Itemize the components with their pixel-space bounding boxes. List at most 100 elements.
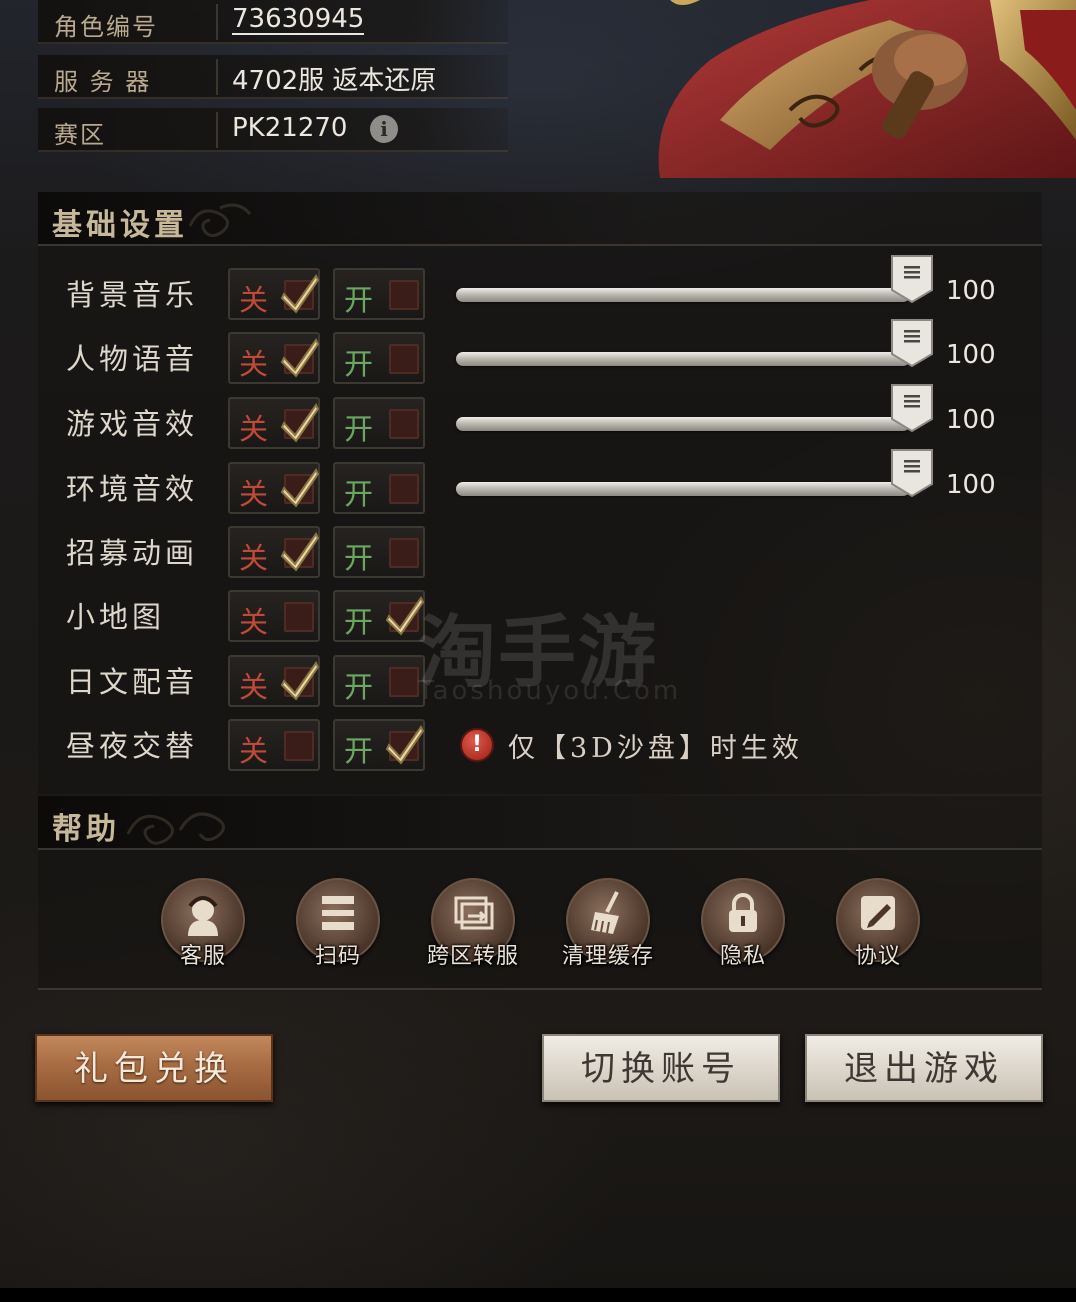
volume-value: 100 [946,470,996,500]
help-label: 清理缓存 [561,944,654,969]
help-button-scan[interactable]: 扫码 [263,878,413,970]
setting-label: 人物语音 [66,342,199,376]
toggle-off-button[interactable]: 关 [228,526,320,578]
server-row: 服 务 器 4702服 返本还原 [38,55,508,99]
checkbox [389,344,419,374]
gift-redeem-button[interactable]: 礼包兑换 [35,1034,273,1102]
zone-row: 赛区 PK21270 i [38,108,508,152]
setting-label: 环境音效 [66,472,199,506]
toggle-on-button[interactable]: 开 [333,655,425,707]
checkbox [389,409,419,439]
checkbox [389,667,419,697]
checkmark-icon [280,468,320,508]
off-label: 关 [239,347,269,381]
volume-slider-track[interactable] [456,482,910,496]
help-button-pen[interactable]: 协议 [803,878,953,970]
info-icon[interactable]: i [370,115,398,143]
checkbox [389,474,419,504]
off-label: 关 [239,412,269,446]
customer-service-icon [188,896,218,936]
off-label: 关 [239,605,269,639]
toggle-on-button[interactable]: 开 [333,397,425,449]
on-label: 开 [344,605,374,639]
checkmark-icon [280,338,320,378]
slider-handle-icon[interactable] [888,383,936,433]
exit-game-button[interactable]: 退出游戏 [805,1034,1043,1102]
on-label: 开 [344,734,374,768]
hero-artwork [640,0,1076,178]
volume-value: 100 [946,276,996,306]
on-label: 开 [344,541,374,575]
on-label: 开 [344,347,374,381]
server-label: 服 务 器 [54,68,152,96]
help-button-lock[interactable]: 隐私 [668,878,818,970]
divider [216,4,218,40]
on-label: 开 [344,670,374,704]
slider-handle-icon[interactable] [888,448,936,498]
toggle-on-button[interactable]: 开 [333,268,425,320]
help-label: 扫码 [314,944,361,969]
volume-slider-track[interactable] [456,417,910,431]
basic-settings-title: 基础设置 [52,208,188,243]
switch-account-button[interactable]: 切换账号 [542,1034,780,1102]
slider-handle-icon[interactable] [888,254,936,304]
help-button-broom[interactable]: 清理缓存 [533,878,683,970]
swirl-ornament-icon [126,812,225,845]
toggle-off-button[interactable]: 关 [228,590,320,642]
toggle-on-button[interactable]: 开 [333,462,425,514]
toggle-on-button[interactable]: 开 [333,526,425,578]
pen-icon [861,896,895,930]
toggle-off-button[interactable]: 关 [228,719,320,771]
help-label: 客服 [179,944,226,969]
zone-value: PK21270 [232,113,348,143]
swirl-ornament-icon [188,203,252,237]
volume-value: 100 [946,340,996,370]
setting-label: 昼夜交替 [66,729,199,763]
help-button-server-transfer[interactable]: 跨区转服 [398,878,548,970]
help-button-customer-service[interactable]: 客服 [128,878,278,970]
checkbox [284,602,314,632]
role-id-value[interactable]: 73630945 [232,5,365,35]
scan-icon [322,896,354,930]
zone-label: 赛区 [54,121,106,149]
divider [216,59,218,95]
toggle-off-button[interactable]: 关 [228,655,320,707]
on-label: 开 [344,412,374,446]
checkmark-icon [280,532,320,572]
setting-label: 小地图 [66,600,166,634]
off-label: 关 [239,541,269,575]
toggle-on-button[interactable]: 开 [333,719,425,771]
off-label: 关 [239,670,269,704]
checkbox [389,538,419,568]
watermark-subtext: Taoshouyou.Com [418,676,682,706]
broom-icon [591,891,619,934]
warning-icon: ! [460,728,494,762]
setting-label: 背景音乐 [66,278,199,312]
volume-slider-track[interactable] [456,352,910,366]
system-bottom-bar [0,1288,1076,1302]
slider-handle-icon[interactable] [888,318,936,368]
help-label: 跨区转服 [426,944,519,969]
volume-slider-track[interactable] [456,288,910,302]
toggle-off-button[interactable]: 关 [228,268,320,320]
toggle-off-button[interactable]: 关 [228,332,320,384]
volume-value: 100 [946,405,996,435]
help-title: 帮助 [52,812,120,847]
checkmark-icon [385,725,425,765]
on-label: 开 [344,477,374,511]
server-transfer-icon [454,896,494,930]
off-label: 关 [239,477,269,511]
divider [216,112,218,148]
help-label: 协议 [854,944,901,969]
checkbox [389,280,419,310]
setting-label: 招募动画 [66,536,199,570]
toggle-on-button[interactable]: 开 [333,332,425,384]
toggle-off-button[interactable]: 关 [228,397,320,449]
off-label: 关 [239,283,269,317]
toggle-on-button[interactable]: 开 [333,590,425,642]
server-value: 4702服 返本还原 [232,66,437,96]
toggle-off-button[interactable]: 关 [228,462,320,514]
setting-label: 游戏音效 [66,407,199,441]
role-id-row: 角色编号 73630945 [38,0,508,44]
help-label: 隐私 [719,944,766,969]
